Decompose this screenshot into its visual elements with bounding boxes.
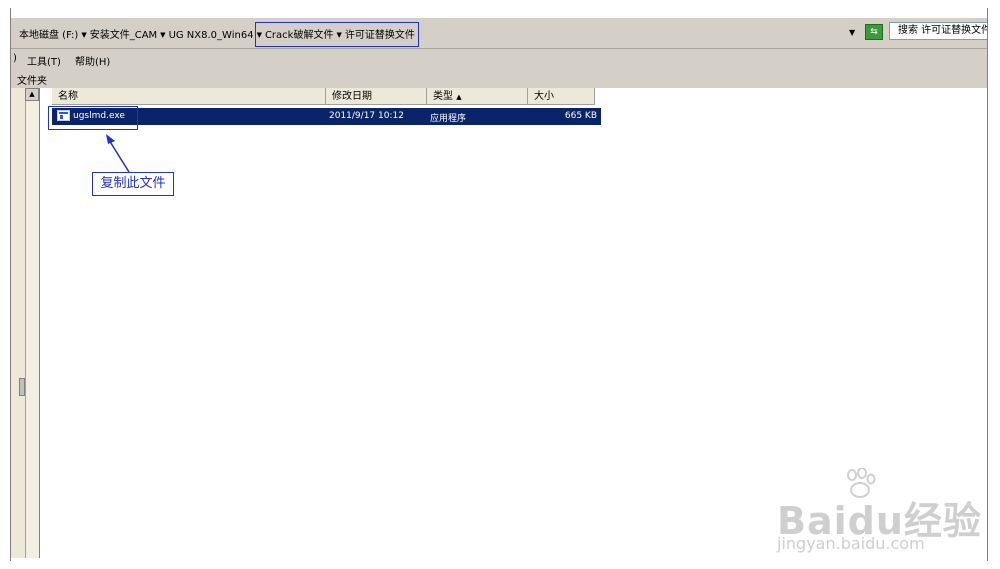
- folders-pane-label: 文件夹: [17, 76, 47, 87]
- annotation-arrow: [106, 134, 130, 173]
- chevron-down-icon[interactable]: ▼: [160, 31, 165, 39]
- scrollbar-thumb[interactable]: [19, 378, 25, 396]
- breadcrumb-highlight-box: [255, 22, 419, 47]
- file-highlight-box: [48, 106, 138, 130]
- breadcrumb-item-drive[interactable]: 本地磁盘 (F:): [19, 26, 78, 41]
- file-type: 应用程序: [430, 114, 467, 124]
- menu-item-truncated[interactable]: ): [13, 53, 17, 64]
- menu-item-help[interactable]: 帮助(H): [75, 53, 110, 68]
- sort-ascending-icon: ▲: [456, 93, 462, 101]
- chevron-down-icon[interactable]: ▼: [81, 31, 86, 39]
- file-modified: 2011/9/17 10:12: [329, 111, 404, 121]
- folders-pane-header: 文件夹: [11, 70, 987, 89]
- annotation-callout: 复制此文件: [92, 172, 174, 196]
- column-header-modified[interactable]: 修改日期: [326, 88, 427, 105]
- menu-item-tools[interactable]: 工具(T): [27, 53, 61, 68]
- address-dropdown-icon[interactable]: ▼: [849, 28, 855, 37]
- menu-bar: ) 工具(T) 帮助(H): [11, 49, 987, 70]
- go-arrow-icon[interactable]: ⇆: [865, 24, 883, 40]
- baidu-watermark: Baidu经验 jingyan.baidu.com: [759, 468, 981, 558]
- watermark-url: jingyan.baidu.com: [777, 534, 925, 553]
- scroll-up-icon[interactable]: ▲: [25, 88, 39, 101]
- breadcrumb-item-install[interactable]: 安装文件_CAM: [90, 26, 157, 41]
- breadcrumb-item-ugnx[interactable]: UG NX8.0_Win64: [169, 30, 254, 41]
- vertical-scrollbar[interactable]: [25, 88, 40, 558]
- explorer-window: 本地磁盘 (F:) ▼ 安装文件_CAM ▼ UG NX8.0_Win64 ▼ Crack破…: [10, 8, 988, 561]
- address-bar: 本地磁盘 (F:) ▼ 安装文件_CAM ▼ UG NX8.0_Win64 ▼ Crack破…: [11, 18, 987, 49]
- file-size: 665 KB: [564, 111, 597, 121]
- search-input[interactable]: 搜索 许可证替换文件: [889, 22, 987, 40]
- column-header-size[interactable]: 大小: [528, 88, 595, 105]
- column-header-name[interactable]: 名称: [52, 88, 326, 105]
- column-header-type[interactable]: 类型 ▲: [427, 88, 528, 105]
- column-header-type-label: 类型: [433, 91, 453, 102]
